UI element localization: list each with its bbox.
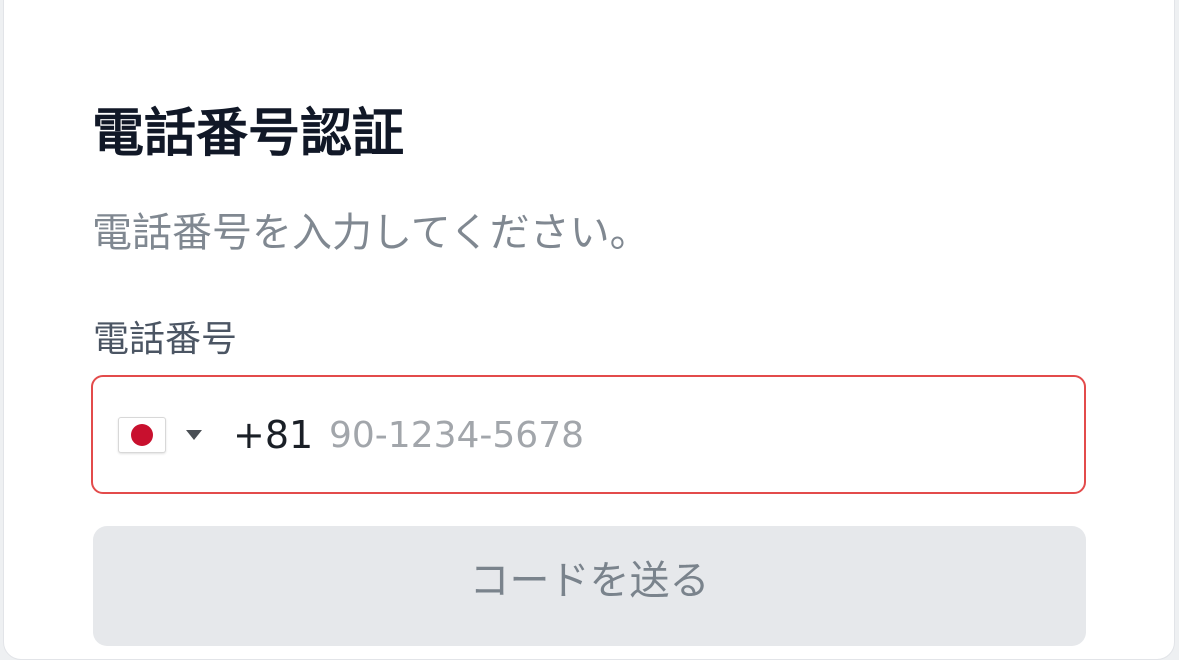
send-code-button[interactable]: コードを送る	[93, 526, 1086, 646]
phone-number-input[interactable]	[329, 397, 1049, 473]
japan-flag-icon	[118, 417, 166, 453]
flag-red-disc	[131, 424, 153, 446]
phone-field-label: 電話番号	[93, 319, 238, 360]
dial-code: +81	[233, 413, 314, 457]
page-subtitle: 電話番号を入力してください。	[92, 210, 650, 256]
caret-down-icon	[186, 430, 202, 440]
phone-input-group: +81	[91, 375, 1086, 494]
country-code-dropdown[interactable]	[118, 414, 202, 456]
page-title: 電話番号認証	[92, 104, 405, 164]
